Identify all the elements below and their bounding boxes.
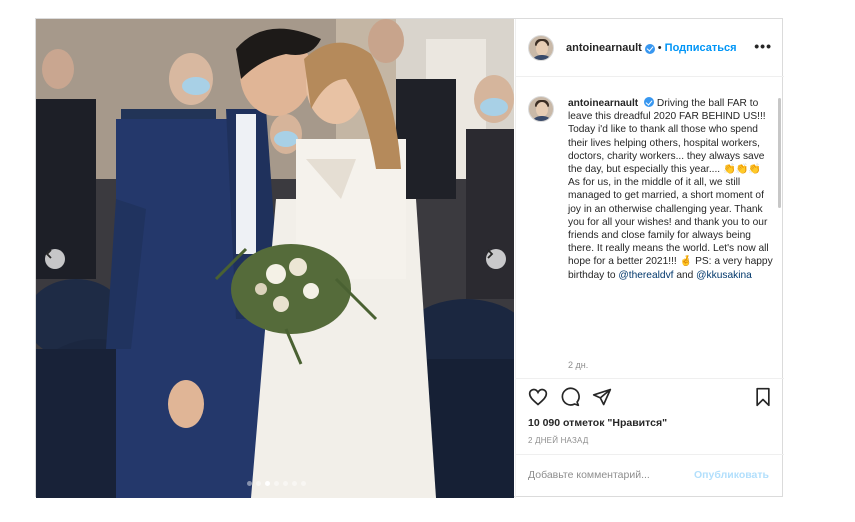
bookmark-icon[interactable] — [754, 387, 772, 412]
scrollbar[interactable] — [778, 98, 781, 208]
post-actions: 10 090 отметок "Нравится" 2 ДНЕЙ НАЗАД — [516, 378, 784, 445]
add-comment-bar: Добавьте комментарий... Опубликовать — [516, 454, 784, 498]
post-photo[interactable] — [36, 19, 514, 498]
publish-button[interactable]: Опубликовать — [694, 469, 769, 481]
carousel-dot — [247, 481, 252, 486]
post-header: antoinearnault • Подписаться ••• — [516, 19, 784, 77]
caption-text: As for us, in the middle of it all, we s… — [568, 177, 769, 268]
carousel-dot — [274, 481, 279, 486]
share-icon[interactable] — [592, 387, 612, 412]
carousel-indicator — [247, 481, 306, 486]
avatar[interactable] — [528, 96, 554, 122]
action-icons — [528, 387, 772, 411]
comments-section[interactable]: antoinearnault Driving the ball FAR to l… — [516, 78, 784, 378]
username-link[interactable]: antoinearnault — [566, 42, 642, 54]
carousel-dot — [265, 481, 270, 486]
chevron-left-icon — [45, 249, 52, 259]
mention-link[interactable]: @therealdvf — [618, 270, 673, 281]
prev-slide-button[interactable] — [45, 249, 65, 269]
verified-icon — [644, 97, 655, 107]
carousel-dot — [256, 481, 261, 486]
caption-text: and — [673, 269, 697, 281]
avatar[interactable] — [528, 34, 554, 61]
post-caption: antoinearnault Driving the ball FAR to l… — [568, 96, 773, 282]
heart-icon[interactable] — [528, 387, 548, 412]
post-side-panel: antoinearnault • Подписаться ••• antoine… — [515, 19, 784, 498]
next-slide-button[interactable] — [486, 249, 506, 269]
more-icon[interactable]: ••• — [754, 39, 772, 53]
follow-button[interactable]: Подписаться — [665, 42, 737, 54]
crossed-fingers-emoji: 🤞 — [679, 256, 693, 268]
instagram-post: antoinearnault • Подписаться ••• antoine… — [35, 18, 784, 498]
mention-link[interactable]: @kkusakina — [696, 270, 752, 281]
post-date[interactable]: 2 ДНЕЙ НАЗАД — [528, 436, 588, 445]
comment-icon[interactable] — [560, 387, 580, 412]
chevron-right-icon — [487, 249, 494, 259]
verified-icon — [644, 43, 655, 54]
caption-row: antoinearnault Driving the ball FAR to l… — [528, 96, 773, 282]
separator-dot: • — [657, 41, 662, 54]
wedding-photo — [36, 19, 514, 498]
caption-time[interactable]: 2 дн. — [568, 360, 588, 370]
comment-input[interactable]: Добавьте комментарий... — [528, 469, 650, 481]
carousel-dot — [283, 481, 288, 486]
clap-emoji: 👏👏👏 — [722, 164, 762, 176]
caption-username-link[interactable]: antoinearnault — [568, 98, 638, 109]
likes-count[interactable]: 10 090 отметок "Нравится" — [528, 417, 667, 429]
carousel-dot — [292, 481, 297, 486]
carousel-dot — [301, 481, 306, 486]
